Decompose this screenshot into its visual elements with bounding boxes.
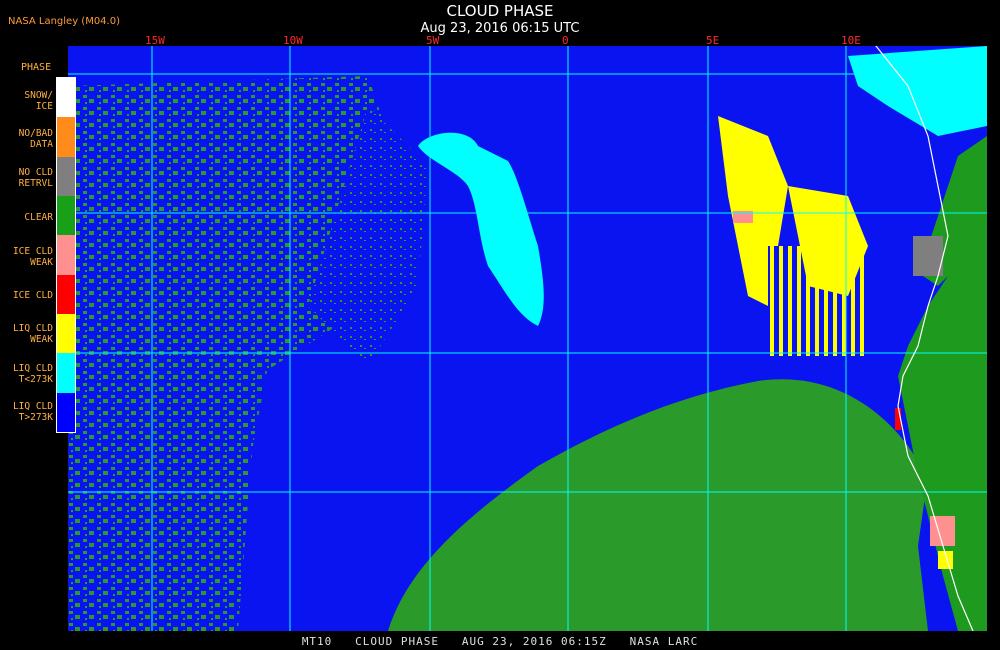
legend-label-ice-cld: ICE CLD (12, 290, 53, 301)
legend-swatch-clear (57, 195, 75, 236)
legend-swatch-ice-cld-weak (57, 235, 75, 275)
no-retrieval-patch (913, 236, 943, 276)
cloud-phase-map (68, 46, 987, 631)
legend-label-no-bad-data: NO/BAD DATA (18, 128, 53, 150)
legend-swatch-liq-cld-warm (57, 392, 75, 432)
legend-swatch-liq-cld-cold (57, 353, 75, 393)
legend-label-liq-cld-warm: LIQ CLD T>273K (12, 401, 53, 423)
footer-caption: MT10 CLOUD PHASE AUG 23, 2016 06:15Z NAS… (301, 635, 699, 648)
legend-swatch-no-cld-retrvl (57, 156, 75, 196)
legend-swatch-liq-cld-weak (57, 313, 75, 354)
legend-label-liq-cld-weak: LIQ CLD WEAK (12, 323, 53, 345)
legend-label-liq-cld-cold: LIQ CLD T<273K (12, 363, 53, 385)
legend-label-no-cld-retrvl: NO CLD RETRVL (18, 167, 53, 189)
legend-swatch-no-bad-data (57, 117, 75, 157)
legend-label-snow-ice: SNOW/ ICE (24, 90, 53, 112)
legend-title: PHASE (21, 62, 52, 73)
ice-weak-patch-south (930, 516, 955, 546)
legend-label-ice-cld-weak: ICE CLD WEAK (12, 246, 53, 268)
legend-label-clear: CLEAR (24, 212, 53, 223)
legend-swatch-ice-cld (57, 274, 75, 314)
legend-swatch-snow-ice (57, 78, 75, 118)
legend-color-bar (56, 77, 76, 433)
map-title: CLOUD PHASE (446, 2, 554, 20)
